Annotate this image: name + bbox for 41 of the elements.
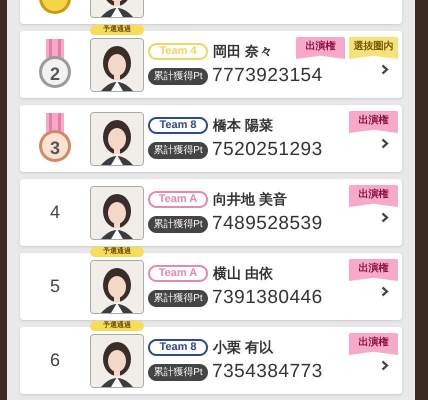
team-tag: Team 8 [148,117,208,134]
points-label: 累計獲得Pt [148,142,208,158]
chevron-icon[interactable] [381,138,389,149]
team-tag: Team 8 [148,339,208,356]
ranking-row[interactable]: 4 Team A 向井地 美音 累計獲得Pt 7489528539 出演権 [20,179,402,246]
status-ribbon: 選抜圏内 [349,37,398,59]
points-label: 累計獲得Pt [148,290,208,306]
member-name: 岡田 奈々 [213,42,273,61]
status-ribbon: 出演権 [349,259,398,281]
member-name: 橋本 陽菜 [213,116,273,135]
status-ribbon: 出演権 [349,111,398,133]
status-ribbon: 出演権 [296,37,345,59]
points-label: 累計獲得Pt [148,216,208,232]
member-name: 小栗 有以 [213,338,273,357]
team-tag: Team A [148,265,208,282]
points-value: 7391380446 [212,288,323,308]
points-value: 7520251293 [212,140,323,160]
rank-number: 3 [48,136,61,160]
chevron-icon[interactable] [381,212,389,223]
points-label: 累計獲得Pt [148,364,208,380]
ranking-row[interactable]: 2 Team 4 岡田 奈々 累計獲得Pt 7773923154 出演権 選抜圏内 [20,31,402,98]
points-label: 累計獲得Pt [148,68,208,84]
points-value: 7773923154 [212,66,323,86]
team-tag: Team 4 [148,43,208,60]
chevron-icon[interactable] [381,360,389,371]
rank-number: 5 [50,275,60,298]
status-ribbon: 出演権 [349,185,398,207]
member-name: 横山 由依 [213,264,273,283]
points-value: 7354384773 [212,362,323,382]
points-value: 7489528539 [212,214,323,234]
rank-number: 2 [48,62,61,86]
chevron-icon[interactable] [381,64,389,75]
chevron-icon[interactable] [381,286,389,297]
status-ribbon: 出演権 [349,333,398,355]
rank-number: 6 [50,349,60,372]
ranking-row[interactable]: 3 Team 8 橋本 陽菜 累計獲得Pt 7520251293 出演権 [20,105,402,172]
member-name: 向井地 美音 [213,190,287,209]
ranking-row[interactable]: 6 Team 8 小栗 有以 累計獲得Pt 7354384773 出演権 [20,327,402,394]
team-tag: Team A [148,191,208,208]
rank-number: 4 [50,201,60,224]
ranking-row[interactable]: 5 Team A 横山 由依 累計獲得Pt 7391380446 出演権 [20,253,402,320]
